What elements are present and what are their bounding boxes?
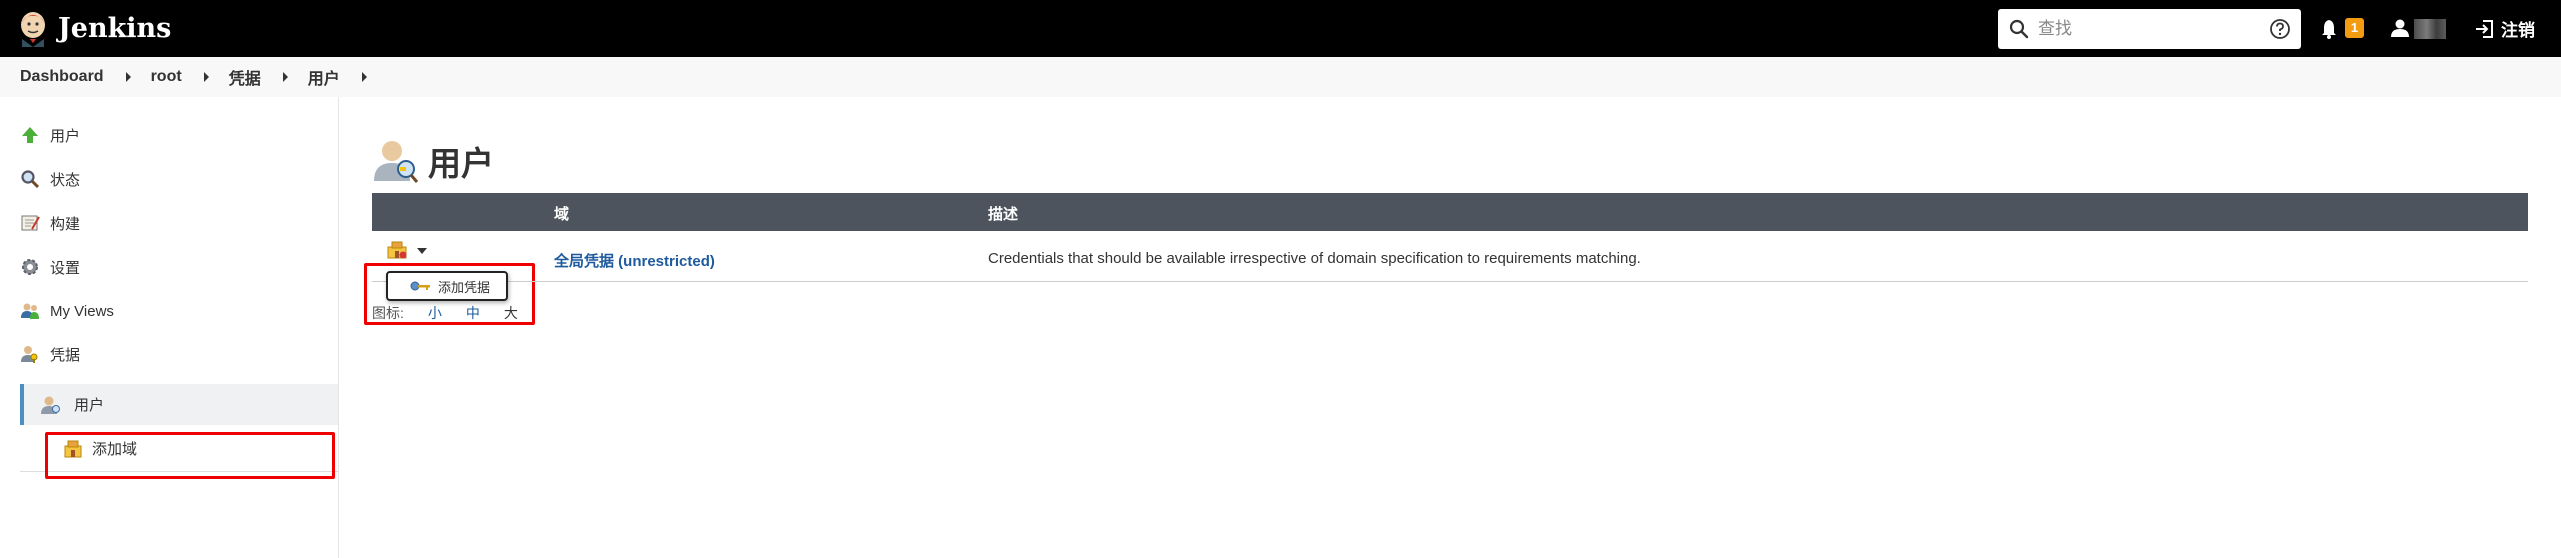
icon-size-medium[interactable]: 中 <box>466 303 480 323</box>
domain-description: Credentials that should be available irr… <box>988 250 1641 267</box>
icon-size-label: 图标: <box>372 305 404 321</box>
logout-label: 注销 <box>2501 21 2535 40</box>
page-heading: 用户 <box>428 145 494 182</box>
breadcrumb-chevron-icon[interactable] <box>203 72 209 82</box>
search-icon <box>2009 19 2029 39</box>
notification-count-badge[interactable]: 1 <box>2345 18 2364 38</box>
search-box <box>1998 9 2301 49</box>
logout-link[interactable]: 注销 <box>2474 16 2535 41</box>
logout-icon <box>2476 19 2493 38</box>
help-icon[interactable] <box>2269 18 2291 40</box>
highlight-box-add-domain <box>45 432 335 479</box>
search-input[interactable] <box>2038 14 2258 44</box>
icon-size-selector: 图标: 小 中 大 <box>372 303 518 323</box>
top-bar: Jenkins 1 注销 <box>0 0 2561 57</box>
breadcrumb-chevron-icon[interactable] <box>361 72 367 82</box>
sidebar-item-label: 凭据 <box>50 346 81 364</box>
sidebar-item-credentials[interactable]: 凭据 <box>20 338 80 370</box>
user-credential-store-icon <box>41 396 60 414</box>
breadcrumb-root[interactable]: root <box>151 68 182 86</box>
sidebar-item-label: My Views <box>50 302 114 320</box>
sidebar-item-user[interactable]: 用户 <box>20 119 80 151</box>
notepad-icon <box>21 215 40 231</box>
sidebar-item-label: 构建 <box>50 215 81 233</box>
page-title: 用户 <box>372 137 494 185</box>
domain-icon[interactable] <box>386 238 408 260</box>
user-name-redacted[interactable] <box>2414 19 2446 39</box>
sidebar-item-status[interactable]: 状态 <box>20 163 80 195</box>
breadcrumb-dashboard[interactable]: Dashboard <box>20 68 104 86</box>
sidebar-item-label: 用户 <box>74 397 105 414</box>
icon-size-large[interactable]: 大 <box>504 303 518 323</box>
user-icon[interactable] <box>2389 17 2411 39</box>
domain-link[interactable]: 全局凭据 (unrestricted) <box>554 250 715 271</box>
sidebar-item-user-store[interactable]: 用户 <box>20 384 338 425</box>
key-icon <box>410 281 430 291</box>
jenkins-logo[interactable]: Jenkins <box>16 10 172 47</box>
notification-bell-icon[interactable] <box>2318 18 2340 40</box>
add-credentials-menu-item[interactable]: 添加凭据 <box>386 271 508 301</box>
users-icon <box>21 303 39 319</box>
breadcrumb-credentials[interactable]: 凭据 <box>229 65 261 89</box>
breadcrumb: Dashboard root 凭据 用户 <box>0 57 2561 97</box>
sidebar-item-my-views[interactable]: My Views <box>20 295 114 327</box>
column-header-domain: 域 <box>554 206 570 223</box>
dropdown-caret-icon[interactable] <box>417 248 427 254</box>
sidebar-item-settings[interactable]: 设置 <box>20 251 80 283</box>
sidebar-item-label: 用户 <box>50 127 81 145</box>
icon-size-small[interactable]: 小 <box>428 303 442 323</box>
sidebar-item-label: 设置 <box>50 259 81 277</box>
sidebar-item-label: 状态 <box>50 171 81 189</box>
table-row: 全局凭据 (unrestricted) Credentials that sho… <box>372 238 2528 282</box>
gear-icon <box>22 259 38 275</box>
column-header-description: 描述 <box>988 206 1019 223</box>
breadcrumb-chevron-icon[interactable] <box>125 72 131 82</box>
add-credentials-label: 添加凭据 <box>438 279 491 295</box>
sidebar-item-build[interactable]: 构建 <box>20 207 80 239</box>
app-name: Jenkins <box>58 12 172 44</box>
up-arrow-icon <box>22 127 38 143</box>
jenkins-butler-icon <box>21 12 45 47</box>
domains-table-header: 域 描述 <box>372 193 2528 231</box>
user-store-large-icon <box>374 141 419 183</box>
breadcrumb-chevron-icon[interactable] <box>282 72 288 82</box>
credentials-icon <box>21 346 38 363</box>
breadcrumb-user[interactable]: 用户 <box>308 65 340 89</box>
magnifier-icon <box>21 170 40 189</box>
sidebar: 用户 状态 构建 设置 My Views 凭据 用户 添加域 <box>0 97 339 558</box>
